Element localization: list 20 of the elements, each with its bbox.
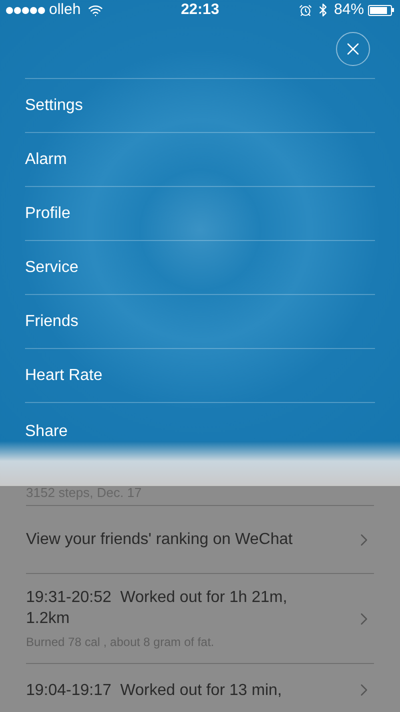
signal-icon — [6, 6, 45, 14]
clock-time: 22:13 — [180, 0, 220, 20]
battery-icon — [368, 4, 394, 16]
alarm-icon — [298, 4, 312, 16]
row-title: View your friends' ranking on WeChat — [26, 530, 294, 550]
menu-item[interactable]: Profile — [25, 202, 70, 226]
list-row[interactable]: 19:04-19:17 Worked out for 13 min, — [26, 664, 374, 712]
menu-item[interactable]: Friends — [25, 310, 78, 334]
list-row[interactable]: View your friends' ranking on WeChat — [26, 506, 374, 574]
close-button[interactable] — [336, 32, 370, 66]
menu-item[interactable]: Service — [25, 256, 78, 280]
row-title: 19:04-19:17 Worked out for 13 min, — [26, 681, 283, 701]
carrier-name: olleh — [49, 0, 81, 20]
battery-percent: 84% — [334, 0, 364, 20]
menu-item[interactable]: Alarm — [25, 148, 67, 172]
menu-item[interactable]: Share — [25, 420, 68, 444]
menu-item[interactable]: Heart Rate — [25, 364, 102, 388]
wifi-icon — [88, 2, 103, 18]
row-title: 19:31-20:52 Worked out for 1h 21m, 1.2km — [26, 588, 288, 628]
menu-item[interactable]: Settings — [25, 94, 83, 118]
